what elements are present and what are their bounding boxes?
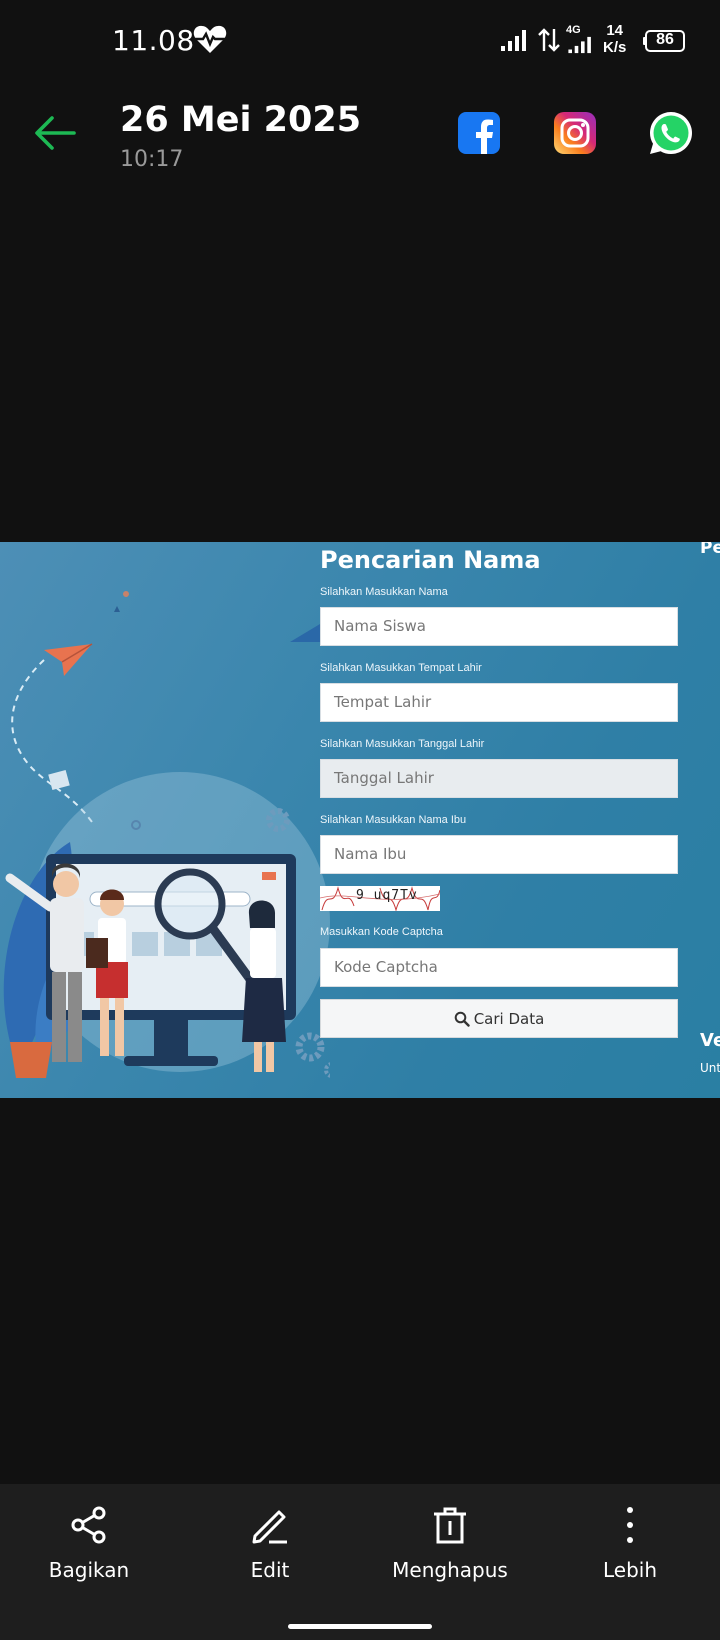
battery-level: 86 — [656, 31, 674, 48]
screenshot-photo: Pencarian Nama Silahkan Masukkan Nama Na… — [0, 542, 720, 1098]
network-speed: 14 K/s — [603, 22, 626, 56]
mother-name-input: Nama Ibu — [320, 835, 678, 874]
trash-icon — [434, 1507, 466, 1544]
whatsapp-icon[interactable] — [648, 110, 694, 156]
student-name-input: Nama Siswa — [320, 607, 678, 646]
more-label: Lebih — [602, 1558, 658, 1582]
search-button-label: Cari Data — [473, 1009, 545, 1028]
data-transfer-icon — [538, 28, 560, 52]
delete-label: Menghapus — [392, 1558, 508, 1582]
edit-button[interactable]: Edit — [195, 1504, 345, 1582]
search-data-button: Cari Data — [320, 999, 678, 1038]
more-button[interactable]: Lebih — [555, 1504, 705, 1582]
edge-text-2: Ve — [700, 1030, 720, 1051]
photo-date: 26 Mei 2025 — [120, 100, 362, 140]
field-label-captcha: Masukkan Kode Captcha — [320, 926, 443, 938]
facebook-icon[interactable] — [458, 112, 500, 154]
edge-text-1: Pe — [700, 542, 720, 558]
search-icon — [454, 1011, 470, 1027]
instagram-icon[interactable] — [554, 112, 596, 154]
status-time: 11.08 — [112, 24, 195, 57]
share-icon — [71, 1506, 106, 1544]
field-label-name: Silahkan Masukkan Nama — [320, 586, 448, 598]
captcha-image: 9 uq7Tv — [320, 886, 440, 911]
share-button[interactable]: Bagikan — [14, 1504, 164, 1582]
network-type-label: 4G — [566, 24, 581, 36]
share-label: Bagikan — [48, 1558, 130, 1582]
home-indicator[interactable] — [288, 1624, 432, 1629]
students-search-illustration — [3, 591, 330, 1078]
birthdate-input: Tanggal Lahir — [320, 759, 678, 798]
signal-strength-icon — [501, 30, 526, 51]
field-label-birthplace: Silahkan Masukkan Tempat Lahir — [320, 662, 482, 674]
speed-value: 14 — [606, 22, 624, 39]
field-label-mother-name: Silahkan Masukkan Nama Ibu — [320, 814, 467, 826]
more-vertical-icon — [627, 1507, 633, 1543]
birthplace-input: Tempat Lahir — [320, 683, 678, 722]
edge-text-3: Unt — [700, 1061, 720, 1075]
field-label-birthdate: Silahkan Masukkan Tanggal Lahir — [320, 738, 485, 750]
captcha-input: Kode Captcha — [320, 948, 678, 987]
bottom-action-bar: Bagikan Edit Menghapus Lebih — [0, 1484, 720, 1640]
pencil-icon — [252, 1510, 287, 1544]
delete-button[interactable]: Menghapus — [375, 1504, 525, 1582]
heart-rate-icon — [193, 25, 227, 53]
back-arrow-icon[interactable] — [30, 108, 80, 158]
edit-label: Edit — [250, 1558, 290, 1582]
signal-strength-icon-2 — [568, 36, 591, 54]
gallery-viewer-screen: 11.08 4G 14 K/s 86 26 Mei 2025 10:17 Pen… — [0, 0, 720, 1640]
form-title: Pencarian Nama — [320, 546, 541, 574]
speed-unit: K/s — [603, 39, 627, 56]
photo-time: 10:17 — [120, 147, 184, 172]
status-bar: 11.08 4G 14 K/s 86 — [0, 0, 720, 80]
captcha-text: 9 uq7Tv — [356, 888, 418, 903]
